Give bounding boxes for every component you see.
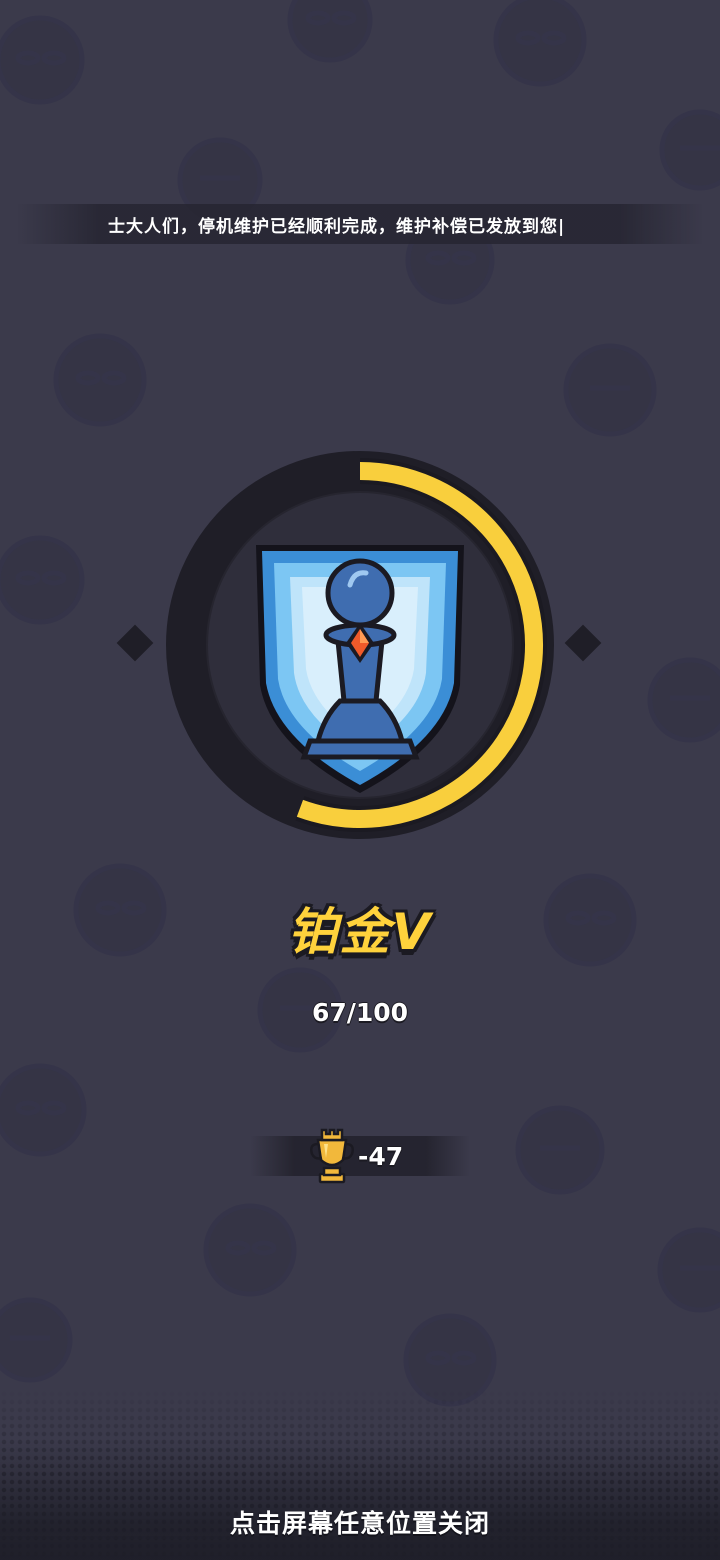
announcement-marquee: 士大人们，停机维护已经顺利完成，维护补偿已发放到您|	[18, 204, 702, 244]
announcement-text: 士大人们，停机维护已经顺利完成，维护补偿已发放到您|	[108, 217, 566, 237]
trophy-delta: -47	[358, 1142, 404, 1171]
trophy-change-bar: -47	[250, 1128, 470, 1184]
close-hint: 点击屏幕任意位置关闭	[229, 1509, 490, 1538]
rank-result-overlay[interactable]: 士大人们，停机维护已经顺利完成，维护补偿已发放到您| 铂金V 67/100 -4…	[0, 0, 720, 1560]
rank-progress-text: 67/100	[311, 998, 409, 1027]
left-diamond-icon	[116, 624, 154, 662]
rank-badge	[116, 451, 602, 839]
bottom-shade	[0, 1440, 720, 1560]
rank-name: 铂金V	[287, 903, 433, 961]
trophy-icon	[310, 1128, 354, 1184]
right-diamond-icon	[564, 624, 602, 662]
